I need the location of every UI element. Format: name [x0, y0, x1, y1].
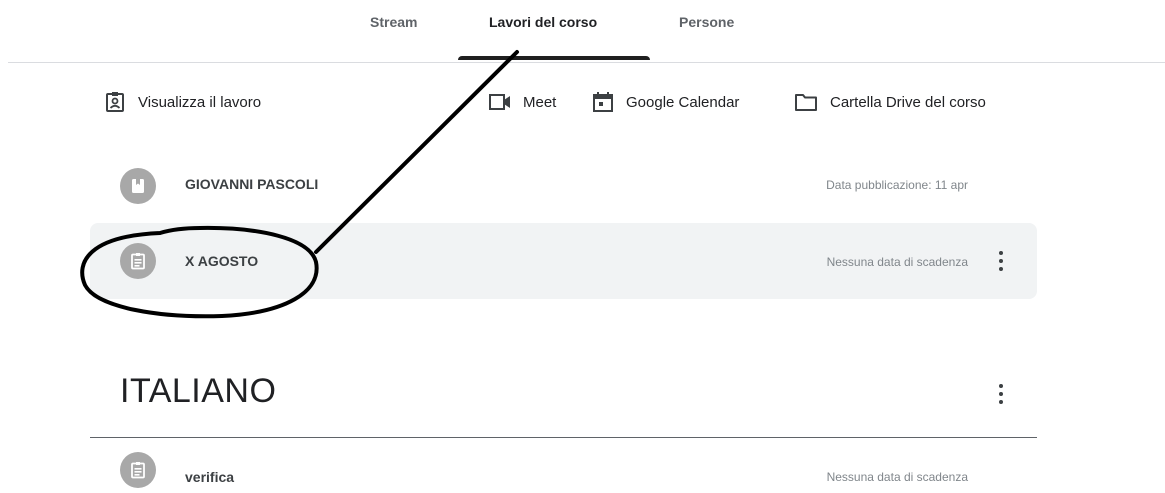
- item-date: Data pubblicazione: 11 apr: [826, 178, 968, 192]
- list-item[interactable]: X AGOSTO Nessuna data di scadenza: [90, 223, 1037, 299]
- header-divider: [8, 62, 1165, 63]
- item-due-date: Nessuna data di scadenza: [826, 470, 968, 484]
- view-work-label: Visualizza il lavoro: [138, 93, 262, 111]
- google-calendar-button[interactable]: Google Calendar: [592, 89, 739, 115]
- videocam-icon: [489, 94, 510, 110]
- tab-persone[interactable]: Persone: [679, 14, 734, 30]
- item-due-date: Nessuna data di scadenza: [826, 255, 968, 269]
- assignment-icon: [120, 243, 156, 279]
- list-item[interactable]: GIOVANNI PASCOLI Data pubblicazione: 11 …: [90, 155, 1037, 215]
- meet-label: Meet: [523, 93, 557, 111]
- folder-icon: [795, 94, 817, 111]
- calendar-icon: [593, 92, 613, 112]
- item-title: X AGOSTO: [185, 253, 259, 269]
- annotation-arrow-line: [314, 50, 519, 254]
- list-item[interactable]: verifica Nessuna data di scadenza: [90, 440, 1037, 493]
- section-divider: [90, 437, 1037, 438]
- tab-stream[interactable]: Stream: [370, 14, 417, 30]
- google-calendar-label: Google Calendar: [626, 93, 740, 111]
- drive-folder-button[interactable]: Cartella Drive del corso: [794, 89, 986, 115]
- section-title: ITALIANO: [120, 372, 277, 410]
- view-work-button[interactable]: Visualizza il lavoro: [104, 89, 261, 115]
- meet-button[interactable]: Meet: [489, 89, 556, 115]
- item-title: verifica: [185, 469, 235, 485]
- assignment-ind-icon: [106, 92, 124, 112]
- bookmark-icon: [120, 168, 156, 204]
- drive-folder-label: Cartella Drive del corso: [830, 93, 986, 111]
- tab-lavori-del-corso[interactable]: Lavori del corso: [489, 14, 597, 30]
- item-title: GIOVANNI PASCOLI: [185, 176, 319, 192]
- assignment-icon: [120, 452, 156, 488]
- section-more-options-icon[interactable]: [991, 382, 1011, 406]
- active-tab-indicator: [458, 56, 650, 60]
- more-options-icon[interactable]: [991, 249, 1011, 273]
